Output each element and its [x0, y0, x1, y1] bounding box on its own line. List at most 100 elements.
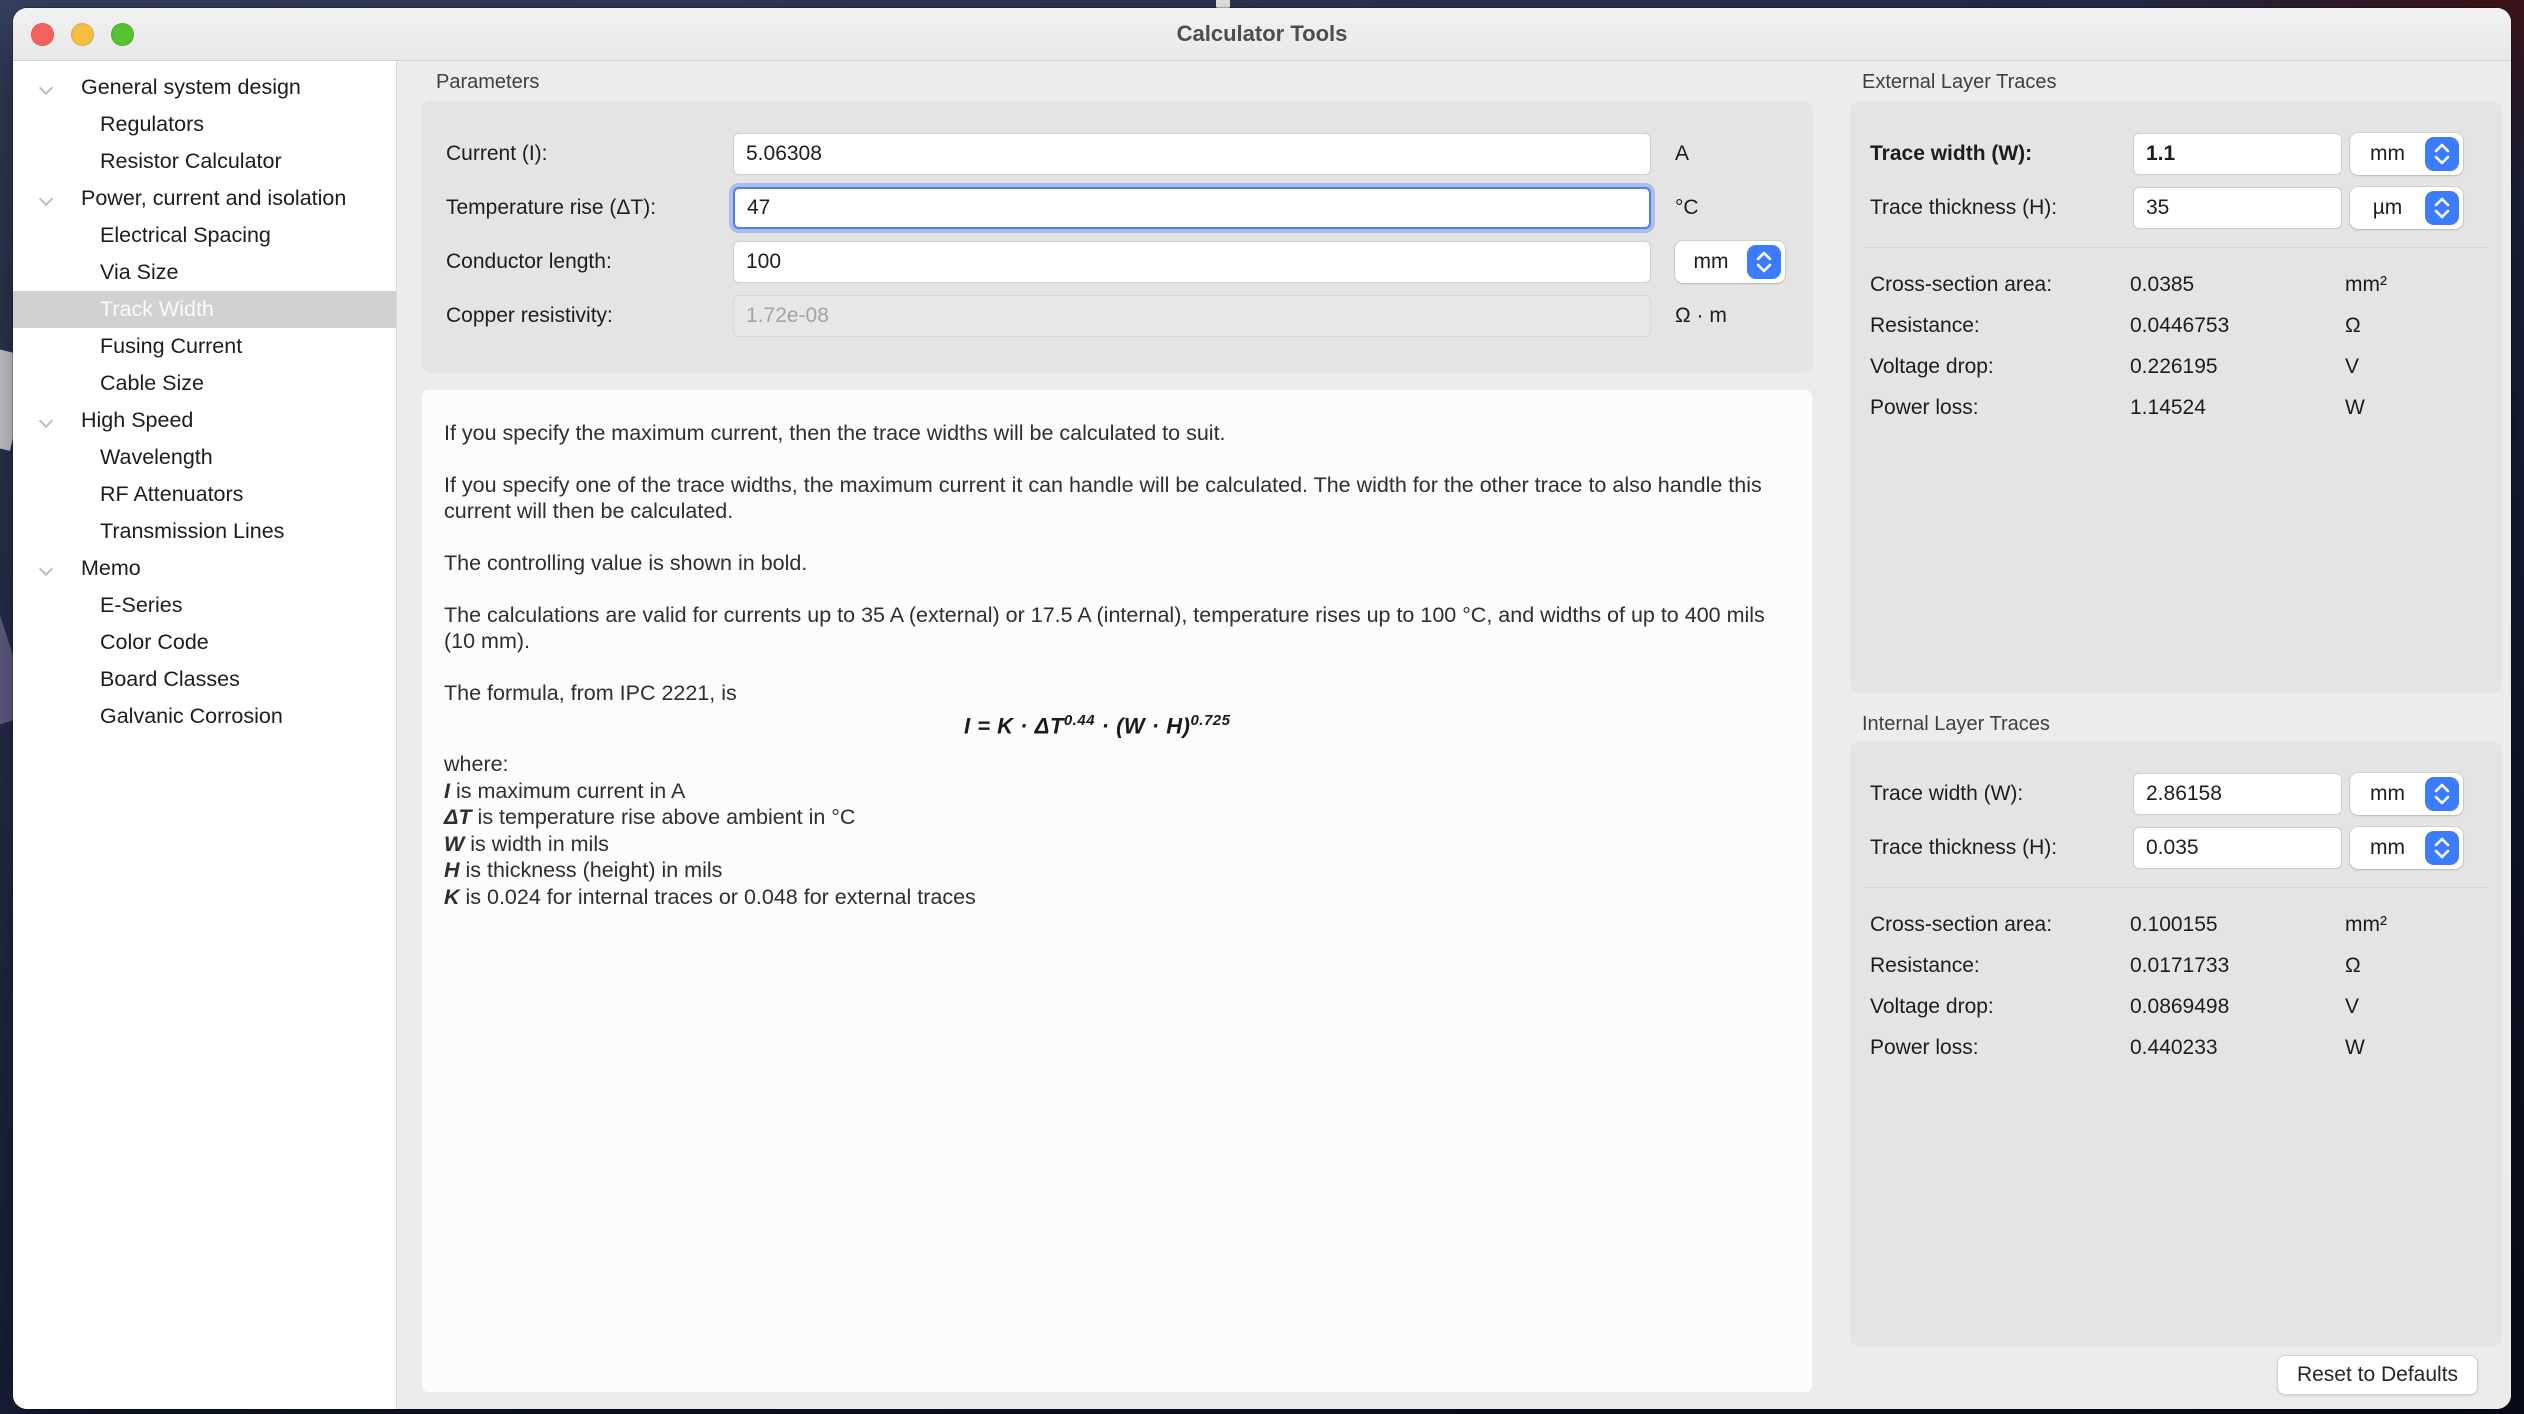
result-row: Voltage drop: 0.226195 V [1850, 346, 2502, 387]
sidebar-item-galvanic-corrosion[interactable]: Galvanic Corrosion [13, 698, 396, 735]
legend-line: H is thickness (height) in mils [444, 857, 1790, 884]
sidebar-item-track-width[interactable]: Track Width [13, 291, 396, 328]
external-trace-width-label: Trace width (W): [1870, 142, 2133, 166]
internal-trace-thickness-unit-dropdown[interactable]: mm [2350, 827, 2463, 869]
parameters-panel: Current (I): A Temperature rise (ΔT): °C… [421, 101, 1813, 373]
sidebar-item-label: Memo [81, 556, 141, 581]
result-label: Voltage drop: [1870, 995, 2130, 1019]
help-paragraph: The formula, from IPC 2221, is [444, 680, 1790, 706]
internal-trace-width-row: Trace width (W): mm [1850, 767, 2502, 821]
sidebar-item-electrical-spacing[interactable]: Electrical Spacing [13, 217, 396, 254]
result-label: Resistance: [1870, 314, 2130, 338]
temperature-rise-label: Temperature rise (ΔT): [446, 196, 733, 220]
internal-trace-thickness-input[interactable] [2133, 827, 2342, 869]
parameters-section-label: Parameters [436, 71, 539, 94]
external-trace-thickness-unit-dropdown[interactable]: µm [2350, 187, 2463, 229]
sidebar-item-general-system-design[interactable]: General system design [13, 69, 396, 106]
internal-trace-width-input[interactable] [2133, 773, 2342, 815]
temperature-rise-row: Temperature rise (ΔT): °C [421, 181, 1813, 235]
current-row: Current (I): A [421, 127, 1813, 181]
ipc2221-formula: I = K · ΔT0.44 · (W · H)0.725 [964, 708, 1790, 739]
result-value: 0.0869498 [2130, 995, 2345, 1019]
current-input[interactable] [733, 133, 1651, 175]
result-unit: V [2345, 995, 2502, 1019]
internal-trace-width-unit-dropdown[interactable]: mm [2350, 773, 2463, 815]
internal-traces-section-label: Internal Layer Traces [1862, 713, 2050, 736]
stepper-icon [2425, 777, 2459, 811]
sidebar-item-via-size[interactable]: Via Size [13, 254, 396, 291]
result-label: Cross-section area: [1870, 273, 2130, 297]
sidebar-item-memo[interactable]: Memo [13, 550, 396, 587]
help-paragraph: If you specify one of the trace widths, … [444, 472, 1790, 524]
chevron-down-icon[interactable] [41, 83, 52, 94]
sidebar-item-label: Fusing Current [100, 334, 242, 359]
temperature-rise-input[interactable] [733, 187, 1651, 229]
chevron-down-icon[interactable] [41, 416, 52, 427]
external-traces-panel: Trace width (W): mm Trace thickness (H):… [1850, 101, 2502, 693]
result-unit: W [2345, 1036, 2502, 1060]
sidebar-item-regulators[interactable]: Regulators [13, 106, 396, 143]
sidebar-item-label: Cable Size [100, 371, 204, 396]
sidebar-item-rf-attenuators[interactable]: RF Attenuators [13, 476, 396, 513]
dropdown-selected-value: mm [2350, 782, 2425, 806]
window-title: Calculator Tools [13, 8, 2511, 60]
sidebar-item-label: High Speed [81, 408, 193, 433]
copper-resistivity-row: Copper resistivity: Ω · m [421, 289, 1813, 343]
result-row: Voltage drop: 0.0869498 V [1850, 986, 2502, 1027]
external-trace-thickness-label: Trace thickness (H): [1870, 196, 2133, 220]
chevron-down-icon[interactable] [41, 564, 52, 575]
external-trace-width-unit-dropdown[interactable]: mm [2350, 133, 2463, 175]
dropdown-selected-value: mm [2350, 836, 2425, 860]
reset-to-defaults-button[interactable]: Reset to Defaults [2277, 1355, 2478, 1395]
external-results: Cross-section area: 0.0385 mm² Resistanc… [1850, 248, 2502, 428]
result-value: 1.14524 [2130, 396, 2345, 420]
result-value: 0.226195 [2130, 355, 2345, 379]
current-unit: A [1675, 142, 1813, 166]
sidebar-item-e-series[interactable]: E-Series [13, 587, 396, 624]
sidebar-item-label: Track Width [100, 297, 214, 322]
result-unit: Ω [2345, 954, 2502, 978]
sidebar-item-board-classes[interactable]: Board Classes [13, 661, 396, 698]
sidebar-item-cable-size[interactable]: Cable Size [13, 365, 396, 402]
sidebar-item-wavelength[interactable]: Wavelength [13, 439, 396, 476]
result-unit: Ω [2345, 314, 2502, 338]
conductor-length-row: Conductor length: mm [421, 235, 1813, 289]
calculator-tree-sidebar: General system design Regulators Resisto… [13, 61, 397, 1409]
sidebar-item-transmission-lines[interactable]: Transmission Lines [13, 513, 396, 550]
sidebar-item-color-code[interactable]: Color Code [13, 624, 396, 661]
conductor-length-unit-dropdown[interactable]: mm [1675, 241, 1785, 283]
sidebar-item-resistor-calculator[interactable]: Resistor Calculator [13, 143, 396, 180]
sidebar-item-label: Power, current and isolation [81, 186, 346, 211]
legend-line: K is 0.024 for internal traces or 0.048 … [444, 884, 1790, 911]
current-label: Current (I): [446, 142, 733, 166]
result-row: Power loss: 0.440233 W [1850, 1027, 2502, 1068]
conductor-length-input[interactable] [733, 241, 1651, 283]
help-paragraph: The calculations are valid for currents … [444, 602, 1790, 654]
internal-trace-width-label: Trace width (W): [1870, 782, 2133, 806]
result-unit: V [2345, 355, 2502, 379]
legend-line: W is width in mils [444, 831, 1790, 858]
stepper-icon [2425, 137, 2459, 171]
chevron-down-icon[interactable] [41, 194, 52, 205]
sidebar-item-label: Wavelength [100, 445, 213, 470]
copper-resistivity-label: Copper resistivity: [446, 304, 733, 328]
sidebar-item-label: Galvanic Corrosion [100, 704, 283, 729]
track-width-calculator-main: Parameters Current (I): A Temperature ri… [398, 61, 1845, 1409]
result-value: 0.0171733 [2130, 954, 2345, 978]
external-traces-section-label: External Layer Traces [1862, 71, 2057, 94]
sidebar-item-fusing-current[interactable]: Fusing Current [13, 328, 396, 365]
result-value: 0.440233 [2130, 1036, 2345, 1060]
sidebar-item-high-speed[interactable]: High Speed [13, 402, 396, 439]
sidebar-item-power-current-isolation[interactable]: Power, current and isolation [13, 180, 396, 217]
temperature-rise-unit: °C [1675, 196, 1813, 220]
external-trace-width-input[interactable] [2133, 133, 2342, 175]
results-column: External Layer Traces Trace width (W): m… [1845, 61, 2511, 1409]
result-value: 0.100155 [2130, 913, 2345, 937]
help-text-panel: If you specify the maximum current, then… [421, 389, 1813, 1393]
internal-results: Cross-section area: 0.100155 mm² Resista… [1850, 888, 2502, 1068]
external-trace-thickness-input[interactable] [2133, 187, 2342, 229]
result-row: Cross-section area: 0.0385 mm² [1850, 264, 2502, 305]
result-unit: mm² [2345, 913, 2502, 937]
result-label: Voltage drop: [1870, 355, 2130, 379]
sidebar-item-label: Transmission Lines [100, 519, 284, 544]
